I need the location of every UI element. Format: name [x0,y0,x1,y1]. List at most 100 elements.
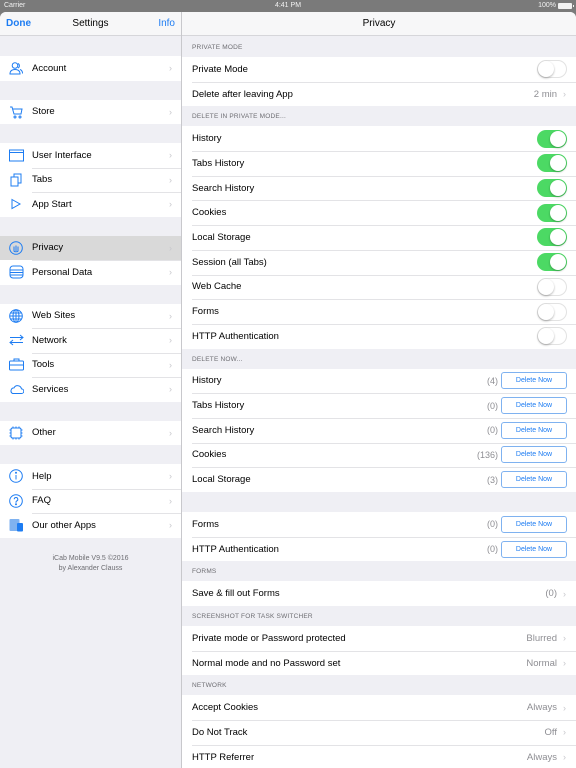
item-count: (3) [487,474,498,485]
sidebar-item-account[interactable]: Account › [0,56,181,81]
row-value: Always [526,751,557,763]
cart-icon [0,105,32,119]
play-icon [0,198,32,210]
database-icon [0,265,32,279]
sidebar-item-label: Our other Apps [32,519,96,531]
toggle-knob [538,303,554,320]
sidebar-item-label: Services [32,383,69,395]
network-group: Accept Cookies Always › Do Not Track Off › HTT… [182,695,576,768]
private-mode-toggle[interactable] [537,60,567,79]
tabs-icon [0,173,32,187]
cookies-toggle[interactable] [537,203,567,222]
delete-now-button[interactable]: Delete Now [501,540,567,558]
private-mode-row: Private Mode [182,57,576,82]
section-header-private-mode: PRIVATE MODE [192,44,243,51]
screenshot-row-private-mode-or-password-protected[interactable]: Private mode or Password protected Blurre… [182,626,576,651]
chevron-right-icon: › [169,242,172,253]
delete-now-button[interactable]: Delete Now [501,397,567,415]
tabs-history-toggle[interactable] [537,154,567,173]
item-count: (0) [487,544,498,555]
chevron-right-icon: › [169,63,172,74]
delete-now-button[interactable]: Delete Now [501,421,567,439]
toggle-knob [550,130,566,147]
network-row-do-not-track[interactable]: Do Not Track Off › [182,720,576,745]
status-bar: Carrier 4:41 PM 100% [0,0,576,12]
item-count: (4) [487,375,498,386]
chevron-right-icon: › [563,752,566,763]
row-label: History [192,133,222,145]
save-fill-forms-row[interactable]: Save & fill out Forms (0) › [182,581,576,607]
delete-now-button[interactable]: Delete Now [501,372,567,390]
screenshot-row-normal-mode-and-no-password-set[interactable]: Normal mode and no Password set Normal › [182,650,576,676]
item-count: (0) [487,400,498,411]
question-icon [0,493,32,508]
sidebar-item-label: Tabs [32,174,53,186]
delete-now-button[interactable]: Delete Now [501,471,567,489]
sidebar-item-help[interactable]: Help › [0,464,181,489]
row-label: HTTP Authentication [192,543,279,555]
http-authentication-toggle[interactable] [537,327,567,346]
section-header-delete-in-private: DELETE IN PRIVATE MODE... [192,113,286,121]
row-label: Local Storage [192,231,251,243]
row-label: Private mode or Password protected [192,632,346,644]
sidebar-item-label: App Start [32,198,72,210]
chevron-right-icon: › [169,335,172,346]
toggle-knob [550,204,566,221]
history-toggle[interactable] [537,129,567,148]
sidebar-group: User Interface › Tabs › App Start › [0,143,181,217]
forms-toggle[interactable] [537,302,567,321]
private-delete-row-history: History [182,126,576,152]
sidebar-item-network[interactable]: Network › [0,328,181,353]
info-button[interactable]: Info [158,18,175,29]
version-text: iCab Mobile V9.5 ©2016 [52,554,129,562]
battery-icon [558,2,574,9]
sidebar-item-user-interface[interactable]: User Interface › [0,143,181,168]
search-history-toggle[interactable] [537,179,567,198]
sidebar-item-privacy[interactable]: Privacy › [0,235,181,260]
item-count: (136) [476,449,498,460]
network-row-http-referrer[interactable]: HTTP Referrer Always › [182,744,576,768]
delete-after-leaving-row[interactable]: Delete after leaving App 2 min › [182,81,576,107]
web-cache-toggle[interactable] [537,277,567,296]
toggle-knob [538,61,554,78]
info-icon [0,469,32,484]
chevron-right-icon: › [169,359,172,370]
battery-indicator: 100% [538,2,574,9]
screenshot-group: Private mode or Password protected Blurre… [182,626,576,676]
row-label: HTTP Referrer [192,751,255,763]
sidebar-item-other[interactable]: Other › [0,420,181,445]
delete-now-row-tabs-history: Tabs History (0) Delete Now [182,393,576,418]
sidebar-item-tools[interactable]: Tools › [0,352,181,377]
network-row-accept-cookies[interactable]: Accept Cookies Always › [182,695,576,721]
chevron-right-icon: › [169,384,172,395]
sidebar-item-label: Store [32,106,55,118]
row-label: Save & fill out Forms [192,588,280,600]
row-label: Tabs History [192,400,245,412]
delete-after-value: 2 min [533,88,557,100]
row-label: Normal mode and no Password set [192,657,341,669]
sidebar-item-web-sites[interactable]: Web Sites › [0,303,181,328]
local-storage-toggle[interactable] [537,228,567,247]
sidebar-item-our-other-apps[interactable]: Our other Apps › [0,513,181,538]
settings-sidebar: Account › Store › User Interface › Tabs › App St… [0,37,181,574]
sidebar-item-services[interactable]: Services › [0,377,181,402]
privacy-hand-icon [0,240,32,255]
session-all-tabs-toggle[interactable] [537,253,567,272]
row-label: Forms [192,306,219,318]
sidebar-item-personal-data[interactable]: Personal Data › [0,260,181,285]
sidebar-item-faq[interactable]: FAQ › [0,488,181,513]
private-delete-row-local-storage: Local Storage [182,225,576,250]
sidebar-item-app-start[interactable]: App Start › [0,192,181,217]
private-delete-row-web-cache: Web Cache [182,274,576,300]
sidebar-item-store[interactable]: Store › [0,99,181,124]
chevron-right-icon: › [169,174,172,185]
sidebar-item-tabs[interactable]: Tabs › [0,167,181,192]
author-text: by Alexander Clauss [58,564,123,572]
delete-now-button[interactable]: Delete Now [501,446,567,464]
sidebar-group: Privacy › Personal Data › [0,235,181,285]
delete-now-button[interactable]: Delete Now [501,515,567,533]
private-delete-row-session-all-tabs: Session (all Tabs) [182,249,576,275]
row-label: Delete after leaving App [192,88,293,100]
private-delete-row-http-authentication: HTTP Authentication [182,323,576,349]
